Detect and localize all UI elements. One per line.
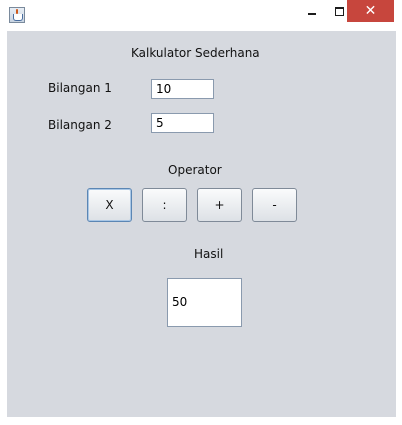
maximize-icon (334, 6, 344, 16)
content-panel: Kalkulator Sederhana Bilangan 1 10 Bilan… (7, 31, 396, 417)
bilangan1-input[interactable]: 10 (151, 79, 214, 99)
subtract-button[interactable]: - (252, 188, 297, 222)
hasil-label: Hasil (194, 247, 224, 261)
operator-label: Operator (168, 163, 222, 177)
bilangan1-label: Bilangan 1 (48, 81, 112, 95)
title-bar[interactable]: ✕ (0, 0, 402, 30)
minimize-button[interactable] (299, 0, 325, 22)
calculator-window: ✕ Kalkulator Sederhana Bilangan 1 10 Bil… (0, 0, 402, 425)
bilangan2-label: Bilangan 2 (48, 118, 112, 132)
divide-button[interactable]: : (142, 188, 187, 222)
close-icon: ✕ (364, 3, 377, 19)
java-cup-mark (13, 14, 23, 21)
form-title: Kalkulator Sederhana (131, 46, 260, 60)
multiply-button[interactable]: X (87, 188, 132, 222)
close-button[interactable]: ✕ (347, 0, 394, 22)
add-button[interactable]: + (197, 188, 242, 222)
bilangan2-input[interactable]: 5 (151, 113, 214, 133)
hasil-output[interactable]: 50 (167, 278, 242, 327)
java-coffee-cup-icon (9, 7, 25, 23)
minimize-icon (308, 13, 316, 15)
